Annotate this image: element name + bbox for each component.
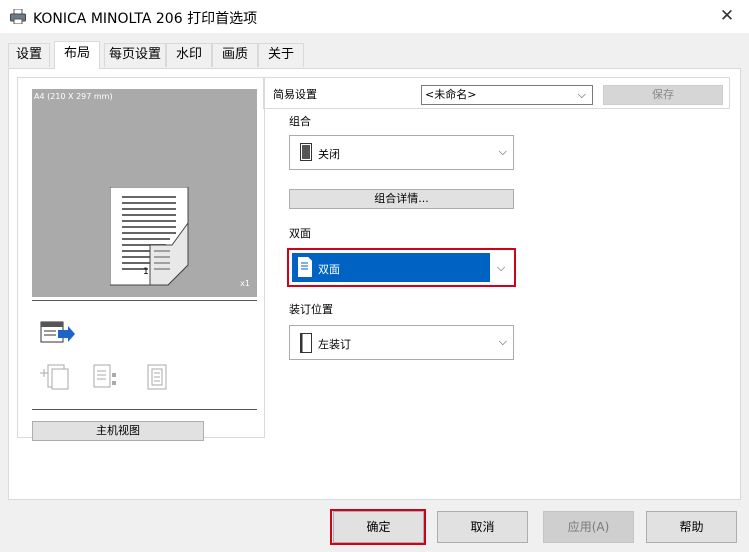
fold-icon (147, 364, 167, 390)
save-button[interactable]: 保存 (603, 85, 723, 105)
page-number: 1 (143, 267, 149, 277)
quick-settings-value: <未命名> (425, 88, 477, 101)
chevron-down-icon: ⌵ (498, 335, 507, 348)
combine-dropdown[interactable]: 关闭 ⌵ (289, 135, 514, 170)
window-title: KONICA MINOLTA 206 打印首选项 (33, 11, 258, 27)
staple-icon (40, 364, 69, 390)
chevron-down-icon: ⌵ (498, 145, 507, 158)
cancel-button[interactable]: 取消 (437, 511, 528, 543)
combine-details-button[interactable]: 组合详情... (289, 189, 514, 209)
host-view-button[interactable]: 主机视图 (32, 421, 204, 441)
duplex-value: 双面 (318, 263, 340, 276)
tab-bar: 设置 布局 每页设置 水印 画质 关于 (0, 33, 749, 69)
tab-about[interactable]: 关于 (258, 43, 304, 67)
quick-settings-select[interactable]: <未命名> ⌵ (421, 85, 593, 105)
ok-button[interactable]: 确定 (333, 511, 424, 543)
duplex-page-icon (298, 257, 312, 277)
duplex-dropdown[interactable]: 双面 (292, 253, 511, 282)
help-button[interactable]: 帮助 (646, 511, 737, 543)
binding-value: 左装订 (318, 338, 351, 351)
page-preview: A4 (210 X 297 mm) 1 x1 (32, 89, 257, 297)
chevron-down-icon[interactable]: ⌵ (490, 253, 512, 282)
printer-icon (10, 9, 26, 24)
close-icon[interactable]: ✕ (714, 5, 740, 27)
layout-panel: A4 (210 X 297 mm) 1 x1 主机视图 简易设置 <未命名> ⌵… (8, 68, 741, 500)
combine-value: 关闭 (318, 148, 340, 161)
title-bar: KONICA MINOLTA 206 打印首选项 ✕ (0, 0, 749, 33)
single-page-icon (300, 143, 312, 161)
duplex-label: 双面 (289, 227, 311, 240)
left-binding-icon (300, 333, 312, 353)
apply-button[interactable]: 应用(A) (543, 511, 634, 543)
tab-quality[interactable]: 画质 (212, 43, 258, 67)
tab-page-settings[interactable]: 每页设置 (104, 43, 166, 67)
binding-label: 装订位置 (289, 303, 333, 316)
copies-label: x1 (240, 279, 250, 288)
finishing-icons (32, 300, 257, 410)
paper-size-label: A4 (210 X 297 mm) (34, 92, 113, 101)
tab-watermark[interactable]: 水印 (166, 43, 212, 67)
preview-box: A4 (210 X 297 mm) 1 x1 主机视图 (17, 77, 265, 441)
quick-settings-label: 简易设置 (273, 88, 317, 101)
duplex-document-icon (110, 187, 189, 286)
quick-settings-row: 简易设置 <未命名> ⌵ 保存 (263, 77, 730, 109)
tab-settings[interactable]: 设置 (8, 43, 50, 67)
chevron-down-icon: ⌵ (577, 88, 586, 101)
tab-layout[interactable]: 布局 (54, 41, 100, 69)
printer-output-icon (40, 321, 75, 343)
duplex-highlight: 双面 ⌵ (287, 248, 516, 287)
punch-icon (93, 364, 116, 388)
combine-label: 组合 (289, 115, 311, 128)
binding-dropdown[interactable]: 左装订 ⌵ (289, 325, 514, 360)
